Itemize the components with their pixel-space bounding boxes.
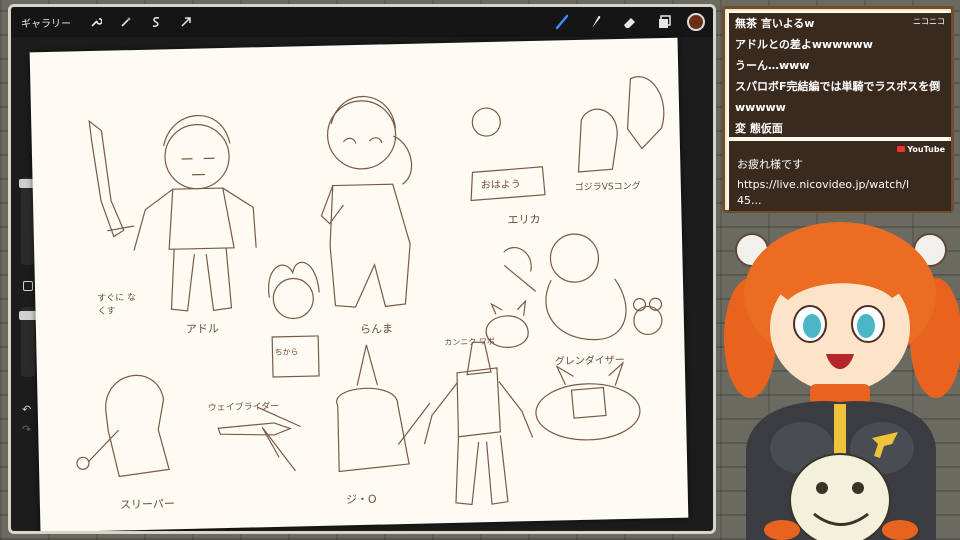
- shirt-text-label: ちから: [274, 347, 299, 357]
- magic-wand-icon[interactable]: [115, 11, 137, 33]
- move-arrow-icon[interactable]: [175, 11, 197, 33]
- chat-message: https://live.nicovideo.jp/watch/l: [737, 178, 910, 191]
- grendizer-label: グレンダイザー: [554, 354, 625, 368]
- niconico-chat: ニコニコ 無茶 言いよるw アドルとの差よwwwwww うーん…www スパロボ…: [729, 13, 951, 137]
- smudge-icon[interactable]: [585, 11, 607, 33]
- vtuber-avatar: [722, 218, 960, 540]
- youtube-icon: [897, 146, 906, 152]
- sleeper-label: スリーパー: [119, 497, 175, 512]
- adol-label: アドル: [185, 322, 220, 336]
- godzilla-vs-kong-label: ゴジラVSコング: [574, 181, 641, 194]
- chat-message: 変 態仮面: [735, 122, 783, 135]
- redo-icon[interactable]: ↷: [22, 423, 31, 436]
- chat-message: スパロボF完結編では単騎でラスボスを倒: [735, 80, 941, 93]
- layers-icon[interactable]: [653, 11, 675, 33]
- chat-overlay: ニコニコ 無茶 言いよるw アドルとの差よwwwwww うーん…www スパロボ…: [722, 6, 954, 213]
- wave-rider-label: ウェイブライダー: [207, 401, 280, 414]
- drawing-canvas[interactable]: すぐに なくす アドル ちから らんま おはよう エリカ ゴジラVSコング スリ…: [29, 37, 689, 531]
- undo-icon[interactable]: ↶: [22, 403, 31, 416]
- chat-message: アドルとの差よwwwwww: [735, 38, 873, 51]
- top-toolbar: ギャラリー: [11, 7, 713, 37]
- ohayou-label: おはよう: [480, 179, 521, 192]
- adol-note-label: すぐに なくす: [97, 293, 137, 317]
- ranma-label: らんま: [359, 322, 394, 336]
- opacity-handle[interactable]: [19, 311, 37, 320]
- eraser-icon[interactable]: [619, 11, 641, 33]
- modify-button[interactable]: [23, 281, 33, 291]
- erika-label: エリカ: [507, 212, 541, 227]
- chat-message: wwwww: [735, 101, 786, 114]
- color-swatch[interactable]: [687, 13, 705, 31]
- chat-message: うーん…www: [735, 59, 810, 72]
- zero-label: ジ・O: [345, 492, 377, 507]
- selection-icon[interactable]: [145, 11, 167, 33]
- gallery-button[interactable]: ギャラリー: [21, 15, 71, 30]
- sketch-drawing: [76, 76, 665, 506]
- youtube-badge: YouTube: [897, 145, 945, 154]
- youtube-chat: YouTube お疲れ様です https://live.nicovideo.jp…: [729, 141, 951, 211]
- kanniku-label: カンニク ワボ: [444, 336, 495, 348]
- procreate-window: ギャラリー ↶ ↷ すぐに なくす アドル ちから らんま おはよう エリカ ゴ…: [8, 4, 716, 534]
- niconico-badge: ニコニコ: [913, 17, 945, 26]
- wrench-icon[interactable]: [85, 11, 107, 33]
- brush-icon[interactable]: [551, 11, 573, 33]
- chat-message: 45...: [737, 194, 762, 207]
